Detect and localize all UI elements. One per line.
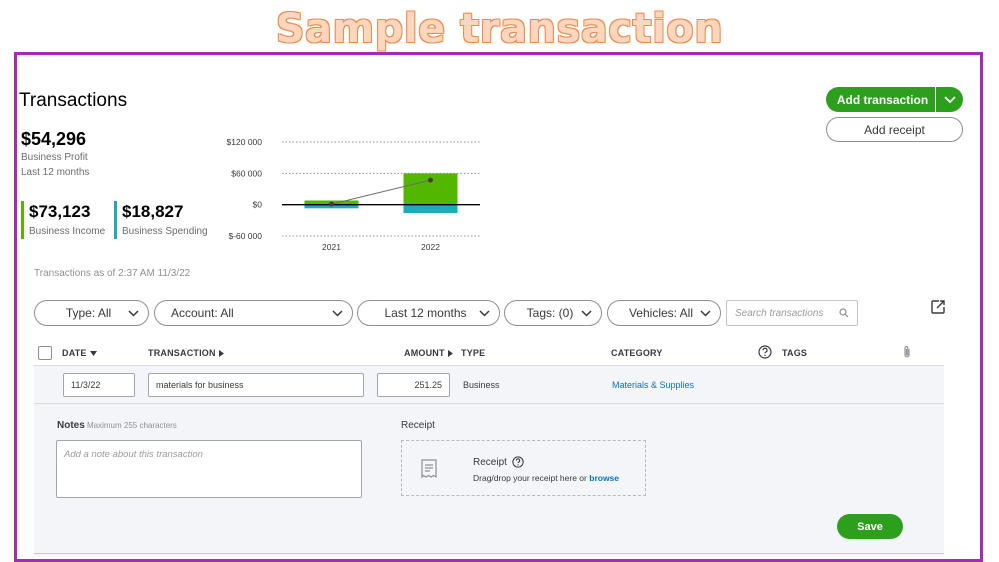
notes-hint: Maximum 255 characters — [87, 421, 177, 430]
help-icon[interactable] — [758, 345, 772, 359]
column-amount-label: AMOUNT — [404, 348, 445, 358]
page-title: Transactions — [19, 90, 128, 111]
sort-right-icon — [218, 349, 224, 357]
receipt-dropzone[interactable]: Receipt Drag/drop your receipt here or b… — [401, 440, 646, 496]
sort-right-icon — [447, 349, 453, 357]
column-category[interactable]: CATEGORY — [611, 348, 663, 358]
column-transaction-label: TRANSACTION — [148, 348, 216, 358]
chevron-down-icon — [479, 309, 490, 317]
filter-date-range[interactable]: Last 12 months — [357, 300, 500, 326]
notes-textarea[interactable] — [56, 440, 362, 498]
search-box — [726, 300, 858, 326]
spending-stat: $18,827 Business Spending — [114, 201, 208, 239]
chevron-down-icon — [332, 309, 343, 317]
income-label: Business Income — [29, 226, 106, 237]
y-tick-label: $120 000 — [227, 137, 263, 147]
search-input[interactable] — [735, 307, 831, 319]
column-date-label: DATE — [62, 348, 87, 358]
profit-label: Business Profit — [21, 152, 88, 163]
spending-label: Business Spending — [122, 226, 208, 237]
chevron-down-icon — [581, 309, 592, 317]
chevron-down-icon — [943, 95, 956, 103]
help-icon[interactable] — [512, 456, 524, 468]
profit-period: Last 12 months — [21, 167, 90, 178]
select-all-checkbox[interactable] — [38, 346, 52, 360]
amount-input[interactable] — [377, 373, 450, 397]
add-transaction-button[interactable]: Add transaction — [826, 87, 963, 112]
column-type[interactable]: TYPE — [461, 348, 485, 358]
panel-bottom-divider — [34, 553, 944, 554]
filter-type[interactable]: Type: All — [34, 300, 149, 326]
profit-value: $54,296 — [21, 129, 87, 149]
receipt-title-row: Receipt — [473, 456, 524, 468]
receipt-hint-row: Drag/drop your receipt here or browse — [473, 473, 619, 483]
receipt-section-label: Receipt — [401, 420, 435, 431]
export-icon[interactable] — [930, 299, 946, 315]
row-divider — [34, 403, 944, 404]
spending-value: $18,827 — [122, 202, 184, 221]
filter-type-label: Type: All — [65, 306, 112, 320]
transaction-input[interactable] — [148, 373, 364, 397]
y-tick-label: $-60 000 — [228, 231, 262, 241]
profit-chart: $120 000 $60 000 $0 $-60 000 2021 2022 — [227, 137, 480, 252]
date-input[interactable] — [63, 373, 135, 397]
column-amount[interactable]: AMOUNT — [404, 348, 453, 358]
income-stat: $73,123 Business Income — [21, 201, 105, 239]
notes-label: Notes — [57, 420, 85, 431]
filter-account[interactable]: Account: All — [154, 300, 353, 326]
x-tick-label: 2021 — [322, 242, 341, 252]
column-category-label: CATEGORY — [611, 348, 663, 358]
filter-account-label: Account: All — [171, 306, 234, 320]
as-of-timestamp: Transactions as of 2:37 AM 11/3/22 — [34, 268, 191, 279]
column-transaction[interactable]: TRANSACTION — [148, 348, 224, 358]
filter-vehicles[interactable]: Vehicles: All — [607, 300, 721, 326]
bar — [403, 204, 458, 214]
category-link[interactable]: Materials & Supplies — [612, 380, 694, 390]
type-value[interactable]: Business — [463, 380, 500, 390]
column-tags[interactable]: TAGS — [782, 348, 807, 358]
receipt-title: Receipt — [473, 456, 507, 468]
search-icon[interactable] — [839, 308, 849, 318]
banner-title: Sample transaction — [275, 6, 724, 52]
save-button[interactable]: Save — [837, 514, 903, 539]
receipt-hint: Drag/drop your receipt here or — [473, 473, 587, 483]
add-transaction-dropdown[interactable] — [935, 87, 963, 112]
column-date[interactable]: DATE — [62, 348, 97, 358]
column-type-label: TYPE — [461, 348, 486, 358]
filter-vehicles-label: Vehicles: All — [628, 306, 694, 320]
filter-tags[interactable]: Tags: (0) — [504, 300, 602, 326]
profit-point — [329, 201, 334, 207]
filter-tags-label: Tags: (0) — [526, 306, 574, 320]
sort-down-icon — [89, 350, 97, 356]
receipt-icon — [421, 459, 437, 479]
y-tick-label: $60 000 — [231, 168, 262, 178]
x-tick-label: 2022 — [421, 242, 440, 252]
column-tags-label: TAGS — [782, 348, 808, 358]
add-receipt-button[interactable]: Add receipt — [826, 117, 963, 142]
income-value: $73,123 — [29, 202, 91, 221]
chevron-down-icon — [128, 309, 139, 317]
y-tick-label: $0 — [253, 200, 263, 210]
add-transaction-label: Add transaction — [836, 92, 929, 107]
filter-date-range-label: Last 12 months — [384, 306, 467, 320]
browse-link[interactable]: browse — [589, 473, 619, 483]
paperclip-icon[interactable] — [902, 345, 912, 359]
profit-point — [428, 177, 433, 183]
chevron-down-icon — [700, 309, 711, 317]
